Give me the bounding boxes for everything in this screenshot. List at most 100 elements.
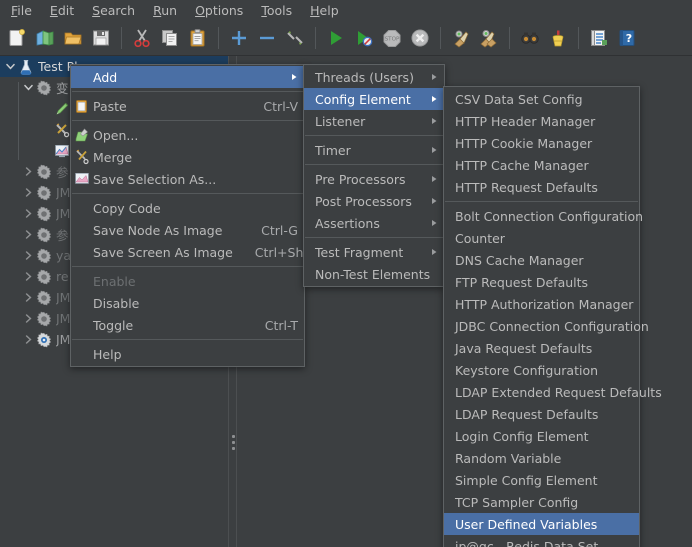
toolbar-new-button[interactable] [4, 24, 30, 52]
menu-item-ftp-request-defaults[interactable]: FTP Request Defaults [444, 271, 639, 293]
toolbar: STOP? [0, 21, 692, 56]
menu-item-random-variable[interactable]: Random Variable [444, 447, 639, 469]
menu-item-timer[interactable]: Timer [304, 139, 444, 161]
toolbar-help-button[interactable]: ? [614, 24, 640, 52]
menu-item-merge[interactable]: Merge [71, 146, 304, 168]
toolbar-function-helper-button[interactable] [586, 24, 612, 52]
menu-item-assertions[interactable]: Assertions [304, 212, 444, 234]
expand-all-icon [229, 28, 249, 48]
toolbar-toggle-button[interactable] [282, 24, 308, 52]
menu-item-save-node-as-image[interactable]: Save Node As ImageCtrl-G [71, 219, 304, 241]
menu-item-http-header-manager[interactable]: HTTP Header Manager [444, 110, 639, 132]
tree-twisty-collapsed-icon[interactable] [20, 185, 36, 201]
toolbar-start-button[interactable] [323, 24, 349, 52]
tree-twisty-collapsed-icon[interactable] [20, 227, 36, 243]
tree-twisty-collapsed-icon[interactable] [20, 332, 36, 348]
tree-twisty-collapsed-icon[interactable] [20, 290, 36, 306]
tree-twisty-expanded-icon[interactable] [2, 59, 18, 75]
menu-item-label: Post Processors [315, 194, 412, 209]
menu-item-tcp-sampler-config[interactable]: TCP Sampler Config [444, 491, 639, 513]
menu-item-http-cache-manager[interactable]: HTTP Cache Manager [444, 154, 639, 176]
cut-icon [132, 28, 152, 48]
menu-item-login-config-element[interactable]: Login Config Element [444, 425, 639, 447]
tree-twisty-collapsed-icon[interactable] [20, 269, 36, 285]
menu-item-csv-data-set-config[interactable]: CSV Data Set Config [444, 88, 639, 110]
toolbar-clear-all-button[interactable] [476, 24, 502, 52]
toolbar-copy-button[interactable] [157, 24, 183, 52]
menu-item-paste[interactable]: PasteCtrl-V [71, 95, 304, 117]
menu-item-save-selection-as[interactable]: Save Selection As... [71, 168, 304, 190]
menubar-item-search[interactable]: Search [83, 1, 144, 20]
config-element-submenu[interactable]: CSV Data Set ConfigHTTP Header ManagerHT… [443, 86, 640, 547]
tools-icon [54, 122, 70, 138]
menu-item-disable[interactable]: Disable [71, 292, 304, 314]
menu-item-label: Bolt Connection Configuration [455, 209, 643, 224]
new-icon [7, 28, 27, 48]
toolbar-start-no-timers-button[interactable] [351, 24, 377, 52]
menu-item-jp-gc-redis-data-set[interactable]: jp@gc - Redis Data Set [444, 535, 639, 547]
menu-item-java-request-defaults[interactable]: Java Request Defaults [444, 337, 639, 359]
menu-item-label: TCP Sampler Config [455, 495, 578, 510]
splitter-grip-icon[interactable] [231, 432, 236, 453]
save-icon [91, 28, 111, 48]
menu-item-open[interactable]: Open... [71, 124, 304, 146]
menu-item-bolt-connection-configuration[interactable]: Bolt Connection Configuration [444, 205, 639, 227]
menu-item-post-processors[interactable]: Post Processors [304, 190, 444, 212]
menu-item-label: Java Request Defaults [455, 341, 592, 356]
menu-item-toggle[interactable]: ToggleCtrl-T [71, 314, 304, 336]
menu-item-http-cookie-manager[interactable]: HTTP Cookie Manager [444, 132, 639, 154]
menu-item-counter[interactable]: Counter [444, 227, 639, 249]
tree-twisty-collapsed-icon[interactable] [20, 248, 36, 264]
tree-twisty-collapsed-icon[interactable] [20, 164, 36, 180]
menubar-item-tools[interactable]: Tools [252, 1, 301, 20]
toolbar-open-button[interactable] [60, 24, 86, 52]
menu-item-shortcut: Ctrl-T [243, 318, 298, 333]
menu-item-pre-processors[interactable]: Pre Processors [304, 168, 444, 190]
menu-item-label: Save Screen As Image [93, 245, 233, 260]
menu-item-label: Login Config Element [455, 429, 589, 444]
toolbar-save-button[interactable] [88, 24, 114, 52]
menubar-item-run[interactable]: Run [144, 1, 186, 20]
menu-item-label: Config Element [315, 92, 411, 107]
tree-twisty-expanded-icon[interactable] [20, 80, 36, 96]
open-icon [63, 28, 83, 48]
menu-item-http-request-defaults[interactable]: HTTP Request Defaults [444, 176, 639, 198]
menu-item-help[interactable]: Help [71, 343, 304, 365]
toolbar-search-reset-button[interactable] [545, 24, 571, 52]
menu-item-non-test-elements[interactable]: Non-Test Elements [304, 263, 444, 285]
pencil-icon [54, 101, 70, 117]
menu-item-save-screen-as-image[interactable]: Save Screen As ImageCtrl+Shift-G [71, 241, 304, 263]
menu-item-ldap-extended-request-defaults[interactable]: LDAP Extended Request Defaults [444, 381, 639, 403]
menu-item-simple-config-element[interactable]: Simple Config Element [444, 469, 639, 491]
menu-item-copy-code[interactable]: Copy Code [71, 197, 304, 219]
menu-item-http-authorization-manager[interactable]: HTTP Authorization Manager [444, 293, 639, 315]
toolbar-shutdown-button[interactable] [407, 24, 433, 52]
tree-twisty-collapsed-icon[interactable] [20, 311, 36, 327]
menu-item-ldap-request-defaults[interactable]: LDAP Request Defaults [444, 403, 639, 425]
toolbar-stop-button[interactable]: STOP [379, 24, 405, 52]
toolbar-clear-button[interactable] [448, 24, 474, 52]
toolbar-search-button[interactable] [517, 24, 543, 52]
menubar-item-options[interactable]: Options [186, 1, 252, 20]
toolbar-paste-button[interactable] [185, 24, 211, 52]
toolbar-expand-all-button[interactable] [226, 24, 252, 52]
toolbar-collapse-all-button[interactable] [254, 24, 280, 52]
tree-twisty-collapsed-icon[interactable] [20, 206, 36, 222]
menu-item-threads-users[interactable]: Threads (Users) [304, 66, 444, 88]
menu-item-dns-cache-manager[interactable]: DNS Cache Manager [444, 249, 639, 271]
menu-item-test-fragment[interactable]: Test Fragment [304, 241, 444, 263]
menu-item-keystore-configuration[interactable]: Keystore Configuration [444, 359, 639, 381]
add-submenu[interactable]: Threads (Users) Config Element Listener Tim… [303, 64, 445, 287]
tree-context-menu[interactable]: Add PasteCtrl-V Open...MergeSave Selection… [70, 64, 305, 367]
menubar-item-help[interactable]: Help [301, 1, 348, 20]
toolbar-templates-button[interactable] [32, 24, 58, 52]
menu-item-label: Random Variable [455, 451, 561, 466]
menu-item-listener[interactable]: Listener [304, 110, 444, 132]
menu-item-jdbc-connection-configuration[interactable]: JDBC Connection Configuration [444, 315, 639, 337]
menubar-item-file[interactable]: File [2, 1, 41, 20]
toolbar-cut-button[interactable] [129, 24, 155, 52]
menubar-item-edit[interactable]: Edit [41, 1, 83, 20]
menu-item-add[interactable]: Add [71, 66, 304, 88]
menu-item-config-element[interactable]: Config Element [304, 88, 444, 110]
menu-item-user-defined-variables[interactable]: User Defined Variables [444, 513, 639, 535]
